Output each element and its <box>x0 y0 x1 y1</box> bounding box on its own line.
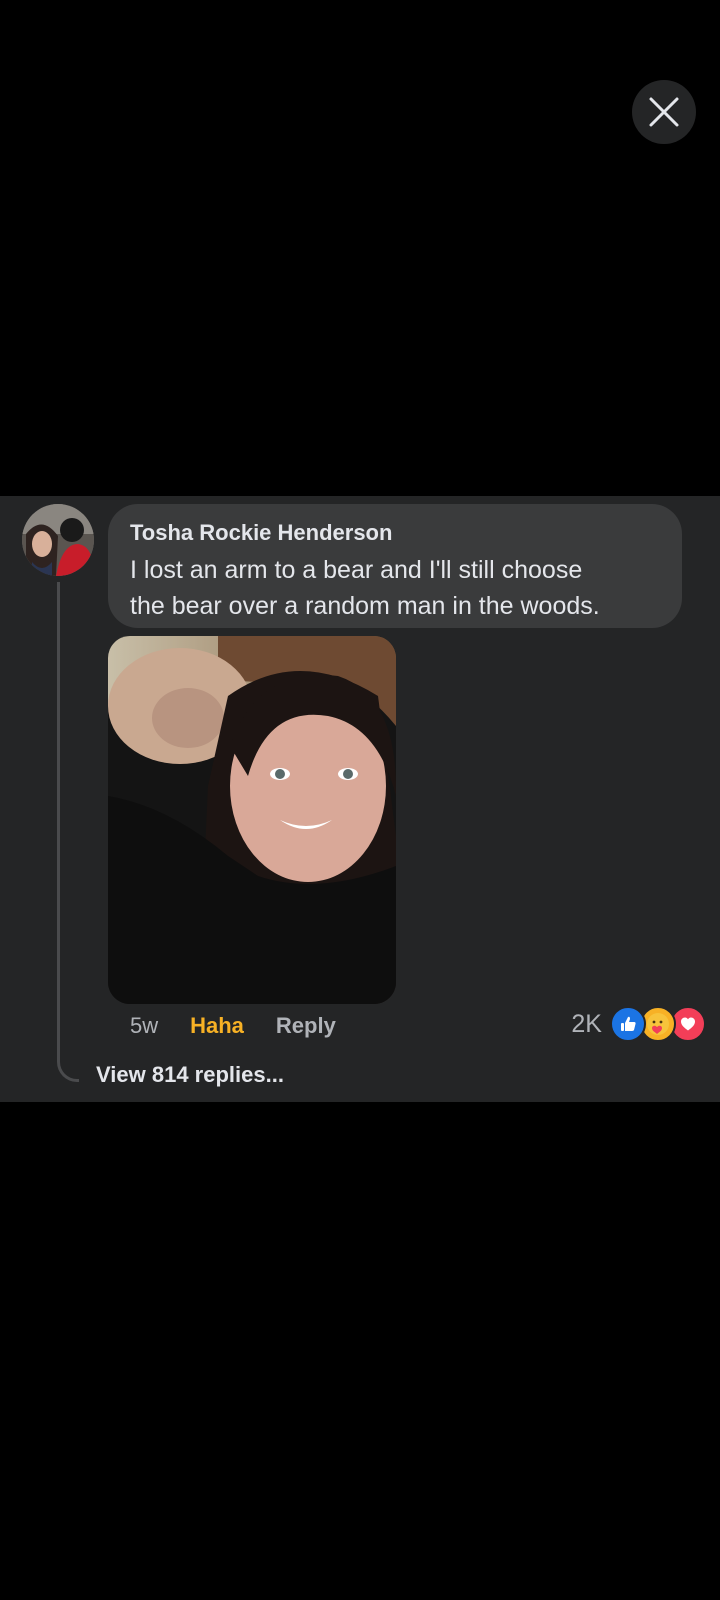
comment-author[interactable]: Tosha Rockie Henderson <box>130 518 662 548</box>
comment-viewer: Tosha Rockie Henderson I lost an arm to … <box>0 0 720 1600</box>
comment-actions: 5w Haha Reply <box>130 1006 336 1046</box>
thread-line <box>57 582 79 1082</box>
comment-photo[interactable] <box>108 636 396 1004</box>
reaction-icons <box>610 1006 706 1042</box>
close-icon <box>649 97 679 127</box>
comment-card: Tosha Rockie Henderson I lost an arm to … <box>0 496 720 1102</box>
haha-reaction-button[interactable]: Haha <box>190 1013 244 1039</box>
like-icon <box>610 1006 646 1042</box>
close-button[interactable] <box>632 80 696 144</box>
comment-text-line-1: I lost an arm to a bear and I'll still c… <box>130 556 583 584</box>
comment-bubble[interactable]: Tosha Rockie Henderson I lost an arm to … <box>108 504 682 628</box>
comment-text-line-2: the bear over a random man in the woods. <box>130 592 600 620</box>
avatar[interactable] <box>22 504 94 576</box>
comment-timestamp[interactable]: 5w <box>130 1013 158 1039</box>
reaction-count: 2K <box>571 1009 602 1038</box>
view-replies-link[interactable]: View 814 replies... <box>96 1062 284 1088</box>
reply-button[interactable]: Reply <box>276 1013 336 1039</box>
reaction-summary[interactable]: 2K <box>571 1004 706 1044</box>
